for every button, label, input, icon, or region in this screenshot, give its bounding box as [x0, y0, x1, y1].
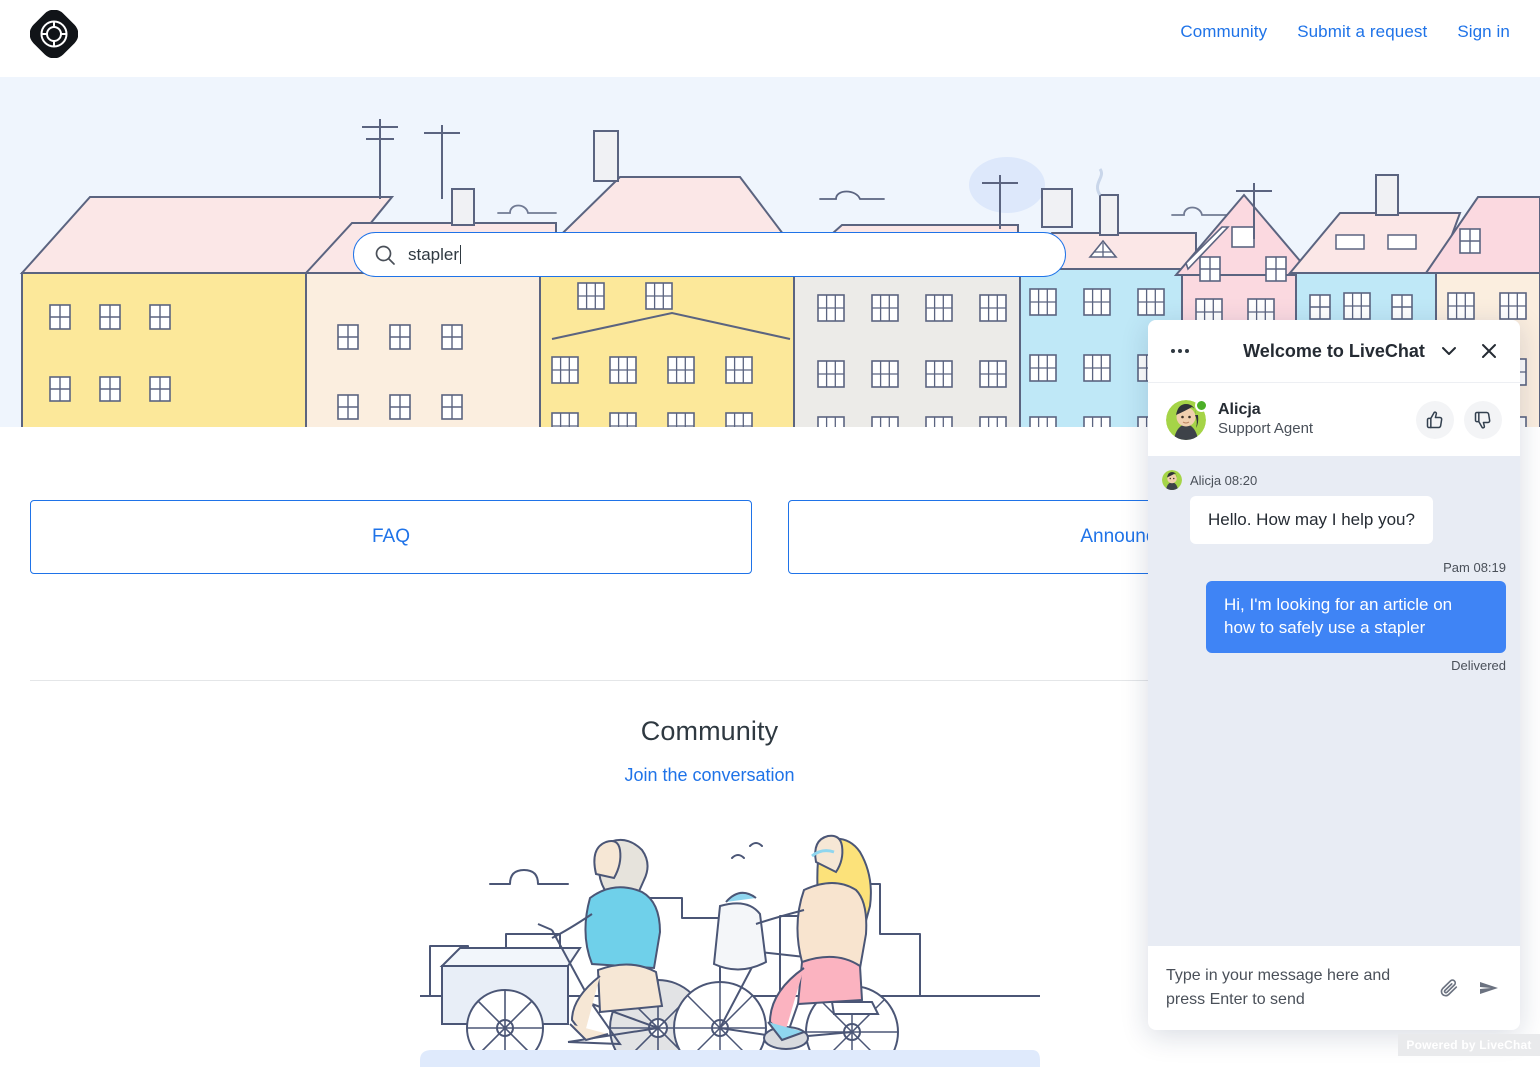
lifebuoy-logo-icon	[30, 10, 78, 58]
agent-name: Alicja	[1218, 401, 1261, 419]
search-input[interactable]: stapler	[353, 232, 1066, 277]
chat-header: Welcome to LiveChat Alicja Support Agent	[1148, 320, 1520, 456]
site-header: Community Submit a request Sign in	[0, 0, 1540, 77]
close-icon[interactable]	[1476, 338, 1502, 364]
online-status-dot	[1195, 398, 1208, 412]
message-author-time: Alicja 08:20	[1190, 472, 1258, 488]
powered-by-livechat[interactable]: Powered by LiveChat	[1398, 1034, 1540, 1056]
agent-role: Support Agent	[1218, 420, 1314, 438]
chat-message-list[interactable]: Alicja 08:20 Hello. How may I help you? …	[1148, 456, 1520, 946]
message-bubble-agent: Hello. How may I help you?	[1190, 496, 1433, 545]
message-input[interactable]: Type in your message here and press Ente…	[1166, 964, 1426, 1012]
chevron-down-icon[interactable]	[1436, 338, 1462, 364]
cyclists-illustration	[420, 834, 1040, 1067]
join-the-conversation-link[interactable]: Join the conversation	[624, 765, 794, 786]
message-status: Delivered	[1451, 657, 1506, 673]
search-input-value: stapler	[408, 244, 460, 264]
thumbs-down-icon[interactable]	[1464, 400, 1502, 439]
chat-message-agent: Alicja 08:20 Hello. How may I help you?	[1162, 470, 1506, 545]
message-meta: Alicja 08:20	[1162, 470, 1506, 490]
nav-link-submit-a-request[interactable]: Submit a request	[1297, 22, 1427, 42]
message-meta: Pam 08:19	[1162, 560, 1506, 575]
chat-message-visitor: Pam 08:19 Hi, I'm looking for an article…	[1162, 560, 1506, 673]
message-author-time: Pam 08:19	[1443, 560, 1506, 576]
chat-titlebar: Welcome to LiveChat	[1148, 320, 1520, 382]
search-bar[interactable]: stapler	[353, 232, 1066, 277]
livechat-widget: Welcome to LiveChat Alicja Support Agent…	[1148, 320, 1520, 1030]
card-faq[interactable]: FAQ	[30, 500, 752, 574]
text-caret	[460, 244, 462, 264]
search-icon	[374, 244, 396, 266]
nav-link-community[interactable]: Community	[1180, 22, 1267, 42]
card-faq-label: FAQ	[371, 526, 410, 547]
avatar	[1166, 398, 1208, 440]
nav-link-sign-in[interactable]: Sign in	[1457, 22, 1510, 42]
agent-info-row: Alicja Support Agent	[1148, 382, 1520, 456]
rate-chat-buttons	[1416, 400, 1502, 439]
paperclip-icon[interactable]	[1436, 975, 1462, 1001]
header-nav: Community Submit a request Sign in	[1180, 22, 1510, 42]
message-bubble-visitor: Hi, I'm looking for an article on how to…	[1206, 581, 1506, 653]
send-icon[interactable]	[1476, 975, 1502, 1001]
message-avatar	[1162, 470, 1182, 490]
thumbs-up-icon[interactable]	[1416, 400, 1454, 439]
lifebuoy-logo[interactable]	[30, 10, 78, 58]
chat-composer: Type in your message here and press Ente…	[1148, 946, 1520, 1030]
more-options-icon[interactable]	[1166, 337, 1194, 365]
